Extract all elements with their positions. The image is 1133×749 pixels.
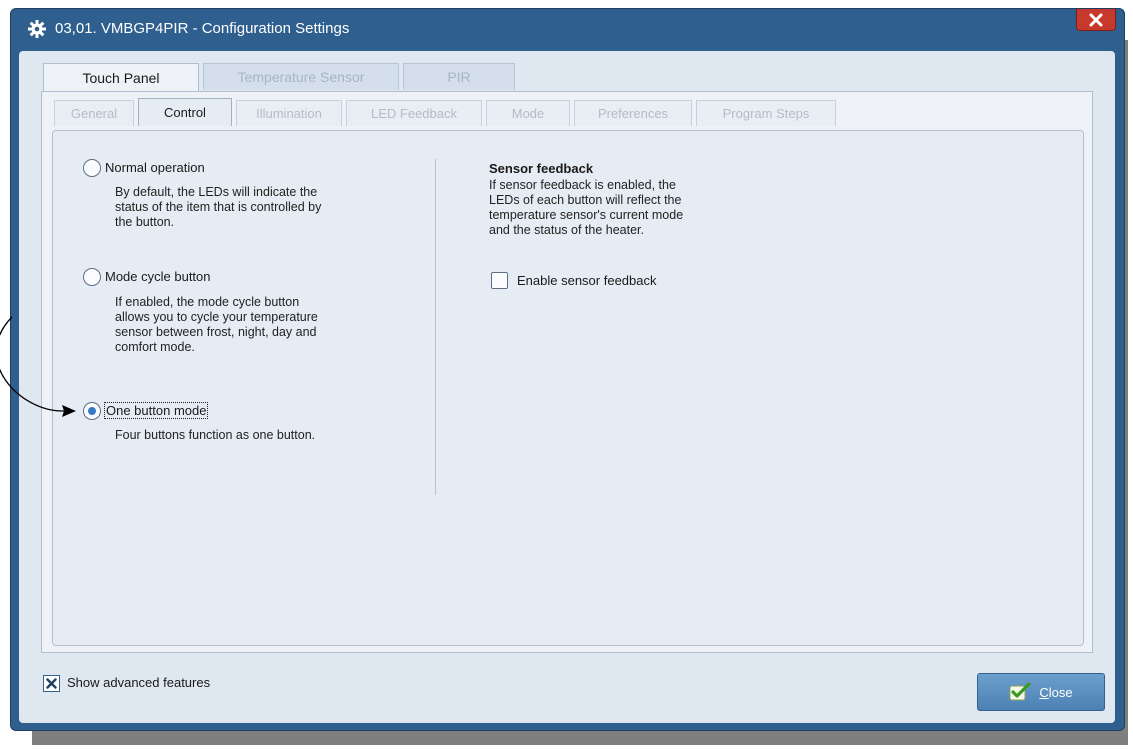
- annotation-arrow: [0, 316, 76, 417]
